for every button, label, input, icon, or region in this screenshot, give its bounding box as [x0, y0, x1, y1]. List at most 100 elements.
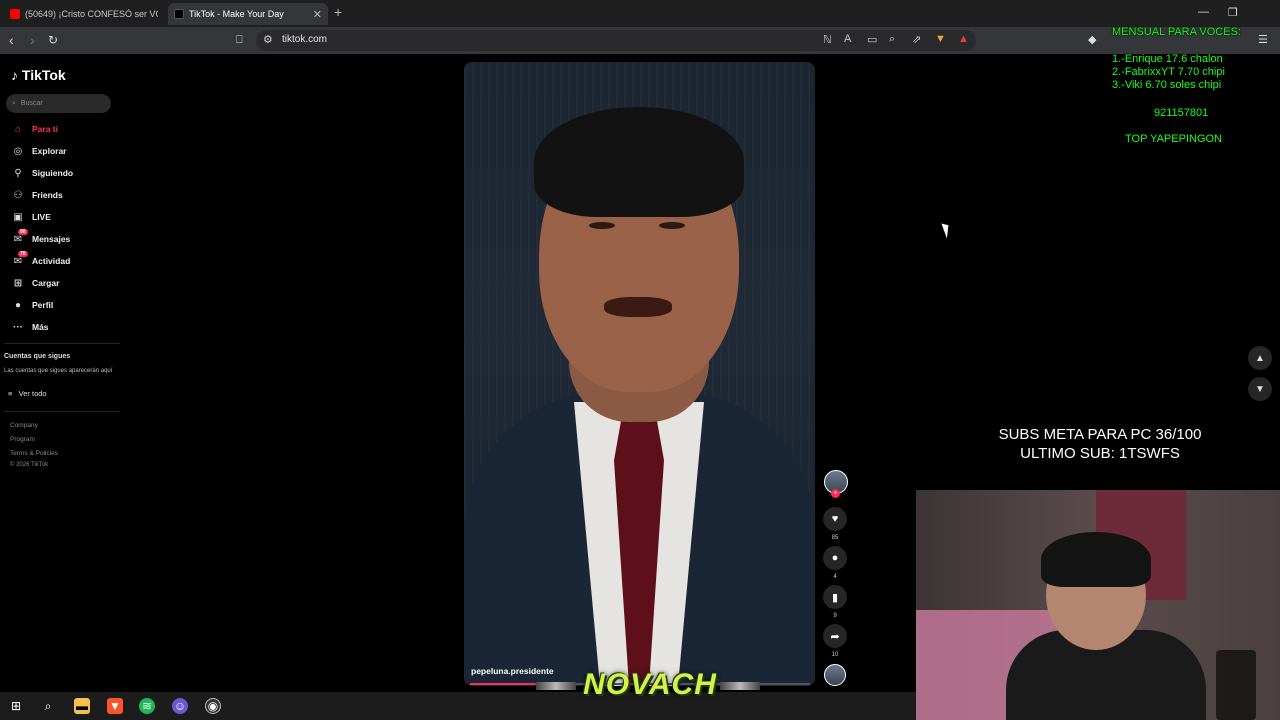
zoom-icon[interactable]: ⌕ [889, 33, 895, 46]
nav-label: Cargar [32, 278, 60, 288]
comment-button[interactable]: ● [823, 546, 847, 570]
search-placeholder: Buscar [20, 100, 43, 107]
site-info-icon[interactable]: ⚙ [263, 33, 273, 46]
footer-company[interactable]: Company [10, 422, 38, 429]
brave-rewards-icon[interactable]: ▲ [958, 33, 969, 45]
overlay-donor-2: 2.-FabrixxYT 7.70 chipi [1112, 66, 1225, 78]
comment-icon: ● [831, 552, 839, 564]
nav-siguiendo[interactable]: ⚲ Siguiendo [10, 165, 73, 181]
nav-label: LIVE [32, 212, 51, 222]
forward-button[interactable]: › [30, 32, 35, 48]
search-icon: ⌕ [12, 99, 16, 107]
nav-live[interactable]: ▣ LIVE [10, 209, 51, 225]
brand-logo: NOVACH [583, 668, 717, 701]
save-button[interactable]: ▮ [823, 585, 847, 609]
address-bar-row: ‹ › ↻ ⎕ ◆ ☰ [0, 27, 1280, 54]
nav-label: Siguiendo [32, 168, 74, 178]
search-input[interactable]: ⌕ Buscar [6, 94, 111, 113]
discord-icon[interactable]: ☺ [172, 698, 188, 714]
compass-icon: ◎ [13, 145, 23, 157]
close-tab-icon[interactable]: ✕ [313, 8, 322, 21]
message-icon: ✉ 90 [13, 228, 28, 245]
sound-disc-avatar[interactable] [824, 664, 846, 686]
share-icon[interactable]: ⇗ [912, 33, 921, 46]
webcam-glass [1216, 650, 1256, 720]
like-count: 85 [831, 535, 839, 541]
brave-shield-icon[interactable]: ▼ [935, 33, 946, 45]
more-icon: ··· [13, 321, 23, 333]
new-tab-button[interactable]: + [334, 4, 342, 20]
comment-count: 4 [833, 574, 837, 580]
nav-perfil[interactable]: ● Perfil [10, 297, 53, 313]
minimize-button[interactable]: — [1198, 6, 1209, 18]
nav-explorar[interactable]: ◎ Explorar [10, 143, 67, 159]
bookmark-icon: ▮ [831, 591, 839, 604]
next-video-button[interactable]: ▼ [1248, 377, 1272, 401]
following-icon: ⚲ [14, 167, 22, 179]
reload-button[interactable]: ↻ [48, 32, 58, 48]
browser-tab-youtube[interactable]: (50649) ¡Cristo CONFESÓ ser VGN [4, 3, 164, 25]
see-all-label: Ver todo [18, 389, 47, 398]
footer-program[interactable]: Program [10, 436, 35, 443]
video-player[interactable] [464, 62, 815, 686]
share-button[interactable]: ➦ [823, 624, 847, 648]
nav-label: Para ti [32, 124, 58, 134]
message-badge: 90 [18, 228, 28, 235]
tab-label: TikTok - Make Your Day [189, 9, 284, 19]
tiktok-logo[interactable]: ♪ TikTok [11, 67, 66, 83]
follow-plus-icon[interactable]: + [831, 489, 840, 498]
save-count: 9 [833, 613, 837, 619]
brave-browser-icon[interactable]: ▼ [107, 698, 123, 714]
nav-label: Explorar [32, 146, 67, 156]
tab-label: (50649) ¡Cristo CONFESÓ ser VGN [25, 9, 158, 19]
menu-icon[interactable]: ☰ [1258, 32, 1268, 48]
bookmark-icon[interactable]: ⎕ [236, 32, 243, 48]
nav-label: Friends [32, 190, 63, 200]
nav-cargar[interactable]: ⊞ Cargar [10, 275, 60, 291]
translate-icon[interactable]: A [844, 33, 851, 45]
nav-actividad[interactable]: ✉ 70 Actividad [10, 250, 71, 269]
video-subject-eye [659, 222, 685, 229]
see-all-link[interactable]: ≡ Ver todo [8, 389, 47, 398]
share-arrow-icon: ➦ [830, 630, 840, 643]
overlay-donor-1: 1.-Enrique 17.6 chalon [1112, 53, 1223, 65]
upload-icon: ⊞ [13, 277, 23, 289]
file-explorer-icon[interactable]: ▬ [74, 698, 90, 714]
tiktok-favicon-icon [174, 9, 184, 19]
list-icon: ≡ [8, 389, 13, 398]
browser-tab-tiktok[interactable]: TikTok - Make Your Day ✕ [168, 3, 328, 25]
nav-label: Actividad [32, 256, 71, 266]
chevron-down-icon: ▼ [1255, 383, 1265, 395]
footer-terms[interactable]: Terms & Policies [10, 450, 58, 457]
nav-para-ti[interactable]: ⌂ Para ti [10, 121, 58, 137]
activity-icon: ✉ 70 [13, 250, 28, 267]
following-heading: Cuentas que sigues [4, 353, 71, 360]
overlay-top-label: TOP YAPEPINGON [1125, 133, 1222, 145]
cast-icon[interactable]: ▭ [867, 33, 877, 46]
obs-icon[interactable]: ◉ [205, 698, 221, 714]
back-button[interactable]: ‹ [9, 32, 14, 48]
url-text[interactable]: tiktok.com [282, 34, 327, 45]
extension-icon[interactable]: ◆ [1088, 32, 1096, 48]
previous-video-button[interactable]: ▲ [1248, 346, 1272, 370]
overlay-header: MENSUAL PARA VOCES: [1112, 26, 1241, 38]
video-progress-fill [470, 683, 535, 685]
avatar: ● [14, 299, 22, 311]
nav-label: Más [32, 322, 49, 332]
nav-mensajes[interactable]: ✉ 90 Mensajes [10, 228, 70, 247]
restore-button[interactable]: ❐ [1228, 6, 1238, 19]
like-button[interactable]: ♥ [823, 507, 847, 531]
heart-icon: ♥ [831, 513, 839, 525]
mute-icon[interactable]: ℕ [823, 33, 832, 46]
windows-taskbar [0, 692, 916, 720]
subs-goal-text: SUBS META PARA PC 36/100 [998, 426, 1202, 443]
nav-friends[interactable]: ⚇ Friends [10, 187, 63, 203]
video-subject-hair [534, 107, 744, 217]
search-icon[interactable]: ⌕ [40, 698, 56, 714]
chevron-up-icon: ▲ [1255, 352, 1265, 364]
spotify-icon[interactable]: ≋ [139, 698, 155, 714]
nav-mas[interactable]: ··· Más [10, 319, 49, 335]
youtube-icon [10, 9, 20, 19]
windows-start-icon[interactable]: ⊞ [8, 698, 24, 714]
overlay-phone: 921157801 [1154, 107, 1209, 119]
